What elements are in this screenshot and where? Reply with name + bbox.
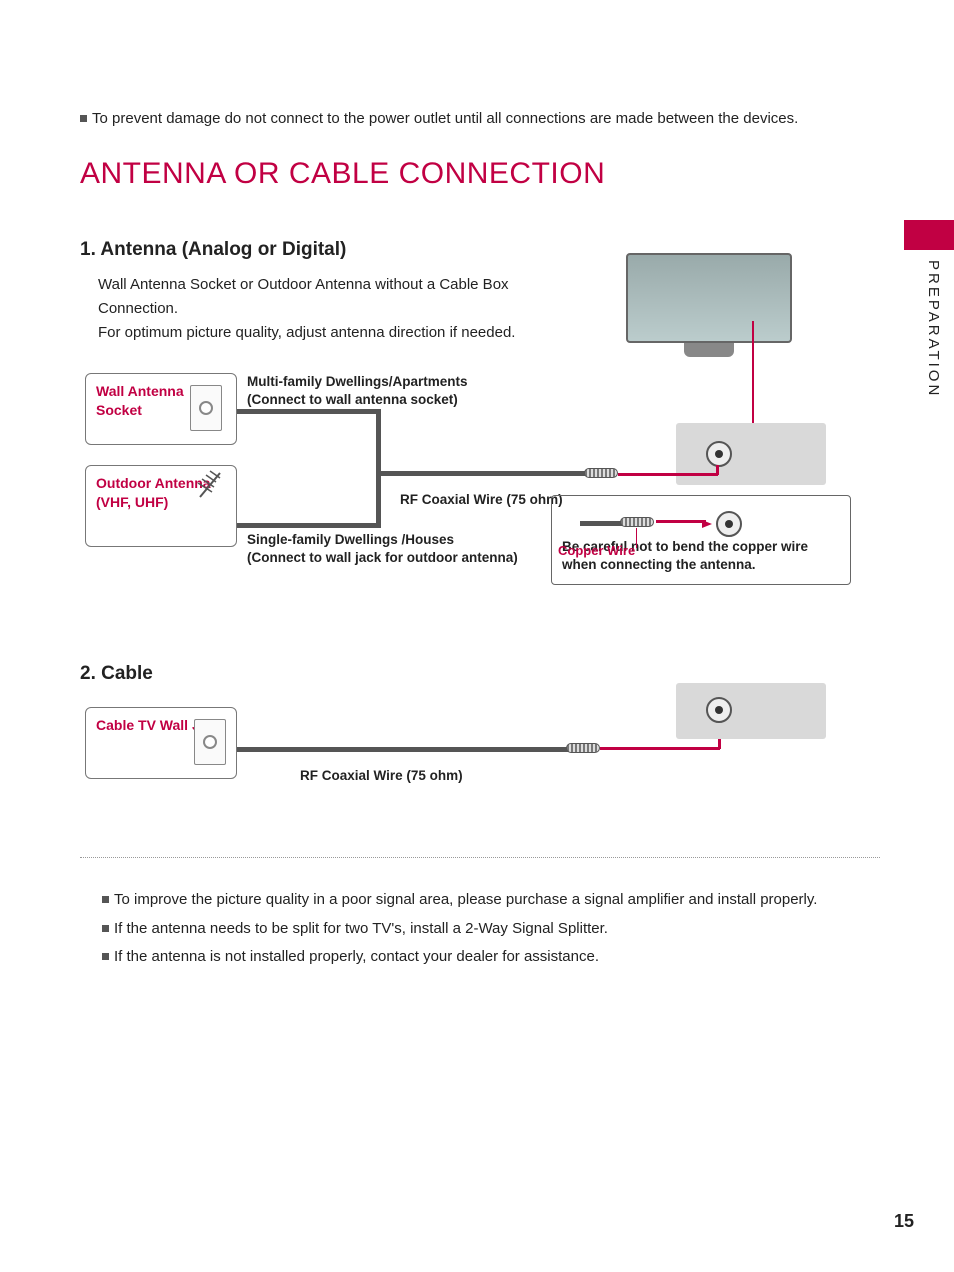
section-tab-marker — [904, 220, 954, 250]
wire-top-h — [237, 409, 380, 414]
wall-antenna-socket-label: Wall Antenna Socket — [96, 383, 184, 418]
single-family-label-1: Single-family Dwellings /Houses — [247, 532, 454, 547]
tv-screen-icon — [626, 253, 792, 343]
divider — [80, 857, 880, 858]
cable-wire-h — [237, 747, 569, 752]
multi-family-label-1: Multi-family Dwellings/Apartments — [247, 374, 468, 389]
antenna-port-icon — [706, 441, 732, 467]
cable-port-icon — [706, 697, 732, 723]
bullet-icon — [102, 925, 109, 932]
bullet-icon — [80, 115, 87, 122]
antenna-diagram: Wall Antenna Socket Outdoor Antenna (VHF… — [80, 363, 880, 733]
wall-outlet-icon — [190, 385, 222, 431]
copper-wire-callout: Be careful not to bend the copper wire w… — [551, 495, 851, 585]
arrow-icon — [702, 520, 712, 528]
cable-diagram: Cable TV Wall Jack RF Coaxial Wire (75 o… — [80, 697, 880, 807]
section-tab-label: PREPARATION — [925, 260, 942, 398]
section-1-body: Wall Antenna Socket or Outdoor Antenna w… — [98, 273, 578, 345]
bullet-icon — [102, 896, 109, 903]
top-warning-text: To prevent damage do not connect to the … — [92, 110, 798, 127]
cable-red-h — [600, 747, 720, 750]
red-cable-h — [618, 473, 718, 476]
multi-family-label-2: (Connect to wall antenna socket) — [247, 392, 458, 407]
tv-stand-icon — [684, 343, 734, 357]
page-content: To prevent damage do not connect to the … — [80, 108, 880, 972]
coax-connector-icon-2 — [566, 743, 600, 753]
wire-junction-v2 — [376, 471, 381, 528]
tv-connector-line — [752, 321, 754, 431]
red-cable-v — [716, 465, 719, 475]
callout-port-icon — [716, 511, 742, 537]
wall-outlet-icon-2 — [194, 719, 226, 765]
callout-red-pin — [656, 520, 706, 523]
bullet-icon — [102, 953, 109, 960]
note-item: If the antenna is not installed properly… — [102, 943, 880, 972]
section-1-para-1: Wall Antenna Socket or Outdoor Antenna w… — [98, 276, 509, 317]
note-3: If the antenna is not installed properly… — [114, 948, 599, 965]
single-family-label: Single-family Dwellings /Houses (Connect… — [247, 531, 547, 566]
cable-rear-panel — [676, 683, 826, 739]
page-number: 15 — [894, 1211, 914, 1232]
wire-main-h — [376, 471, 586, 476]
coax-connector-icon — [584, 468, 618, 478]
copper-wire-pointer — [636, 528, 637, 548]
note-1: To improve the picture quality in a poor… — [114, 891, 817, 908]
copper-wire-label: Copper Wire — [558, 543, 635, 560]
single-family-label-2: (Connect to wall jack for outdoor antenn… — [247, 550, 518, 565]
tv-icon — [626, 253, 792, 363]
note-item: To improve the picture quality in a poor… — [102, 886, 880, 915]
rf-wire-label-1: RF Coaxial Wire (75 ohm) — [400, 491, 563, 509]
wire-bottom-h — [237, 523, 380, 528]
note-item: If the antenna needs to be split for two… — [102, 915, 880, 944]
antenna-icon — [190, 469, 230, 499]
section-1-para-2: For optimum picture quality, adjust ante… — [98, 324, 515, 341]
callout-coax-icon — [620, 517, 654, 527]
rf-wire-label-2: RF Coaxial Wire (75 ohm) — [300, 767, 463, 785]
top-warning: To prevent damage do not connect to the … — [80, 108, 880, 129]
multi-family-label: Multi-family Dwellings/Apartments (Conne… — [247, 373, 477, 408]
note-2: If the antenna needs to be split for two… — [114, 920, 608, 937]
wire-junction-v — [376, 409, 381, 475]
notes-list: To improve the picture quality in a poor… — [80, 886, 880, 972]
page-title: ANTENNA OR CABLE CONNECTION — [80, 157, 880, 191]
